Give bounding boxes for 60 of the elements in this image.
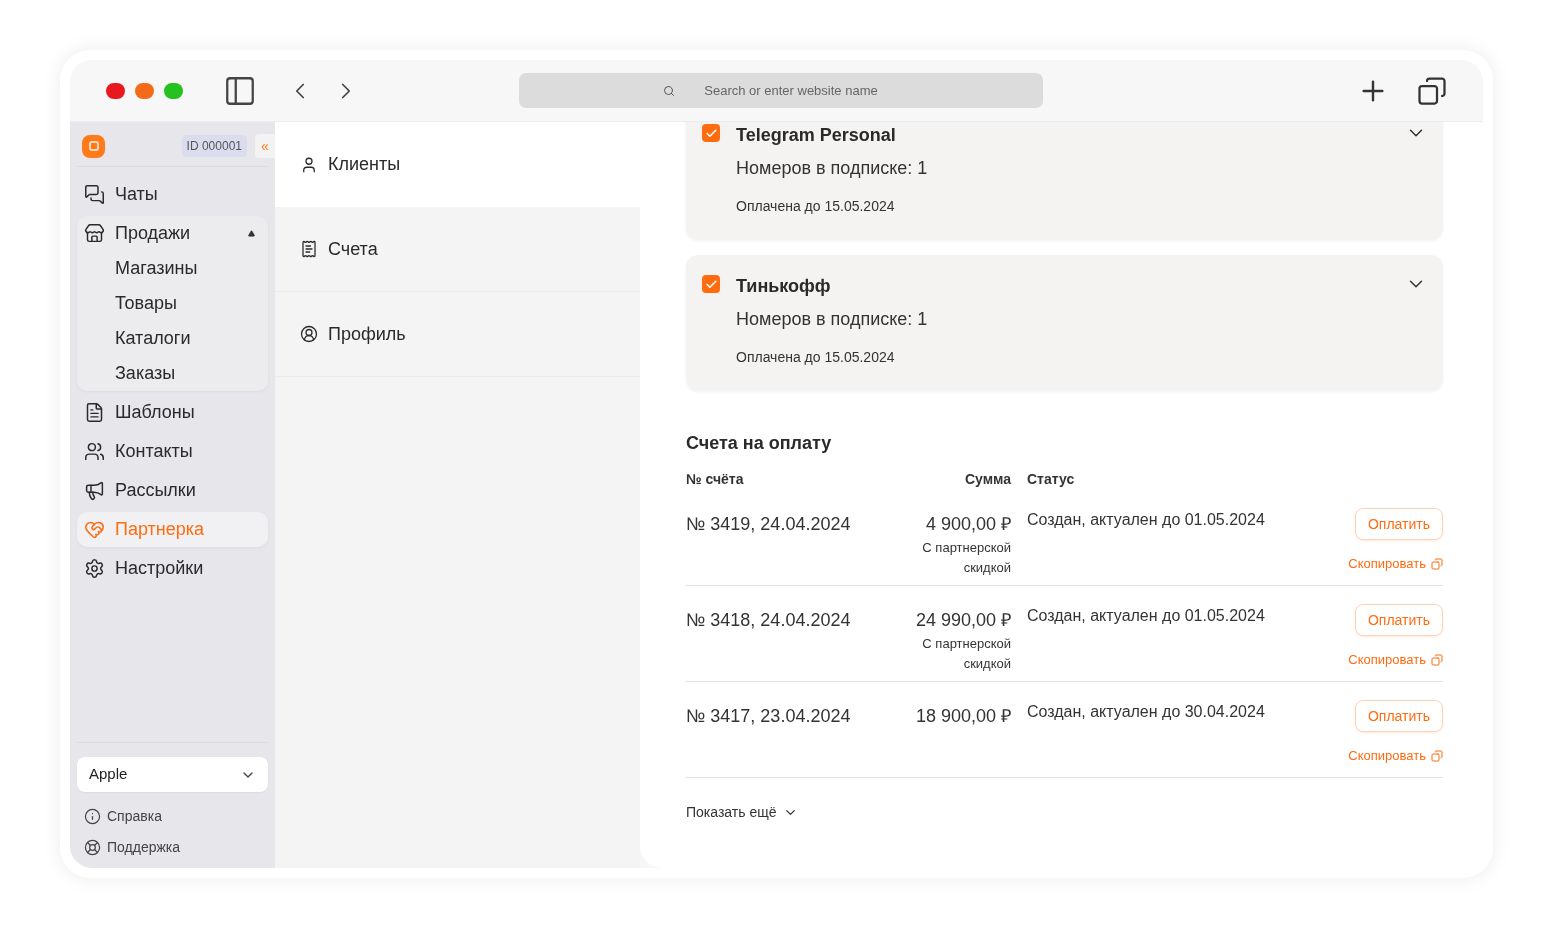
sidebar-subitem[interactable]: Магазины: [77, 251, 268, 286]
subscription-title: Тинькофф: [736, 275, 832, 298]
invoice-amount: 18 900,00 ₽: [915, 705, 1011, 728]
invoice-number: № 3417, 23.04.2024: [686, 705, 852, 728]
address-field[interactable]: Search or enter website name: [519, 73, 1043, 108]
copy-icon: [1431, 749, 1443, 762]
copy-icon: [1431, 653, 1443, 666]
sidebar-item[interactable]: Контакты: [77, 434, 268, 469]
profile-icon: [300, 325, 318, 343]
sidebar-item[interactable]: Продажи: [77, 216, 268, 251]
check-icon: [704, 277, 718, 291]
paid-until: Оплачена до 15.05.2024: [736, 348, 896, 367]
numbers-count: Номеров в подписке: 1: [736, 308, 929, 331]
megaphone-icon: [84, 480, 105, 501]
discount-note: С партнерской скидкой: [921, 635, 1011, 673]
sidebar-subitem[interactable]: Товары: [77, 286, 268, 321]
checkbox[interactable]: [702, 124, 720, 142]
subscription-title: Telegram Personal: [736, 124, 897, 147]
invoice-number: № 3418, 24.04.2024: [686, 609, 852, 632]
people-icon: [84, 441, 105, 462]
sidebar-subitem[interactable]: Заказы: [77, 356, 268, 391]
store-icon: [84, 223, 105, 244]
settings-icon: [84, 558, 105, 579]
search-icon: [663, 85, 675, 97]
lifebuoy-icon: [84, 839, 101, 856]
chat-icon: [84, 184, 105, 205]
sidebar-item[interactable]: Настройки: [77, 551, 268, 586]
sidebar-item[interactable]: Рассылки: [77, 473, 268, 508]
footer-link[interactable]: Поддержка: [107, 837, 181, 858]
check-icon: [704, 126, 718, 140]
section-title: Счета на оплату: [686, 432, 833, 455]
logo-icon: [82, 134, 105, 158]
discount-note: С партнерской скидкой: [921, 539, 1011, 577]
numbers-count: Номеров в подписке: 1: [736, 157, 929, 180]
sidebar-subitem[interactable]: Каталоги: [77, 321, 268, 356]
invoice-status: Создан, актуален до 01.05.2024: [1026, 510, 1266, 530]
column-header: № счёта: [686, 470, 745, 489]
column-header: Сумма: [963, 470, 1011, 489]
receipt-icon: [300, 240, 318, 258]
sidebar-item[interactable]: Чаты: [77, 177, 268, 212]
tabs-icon[interactable]: [1417, 75, 1447, 106]
subnav-tab[interactable]: Клиенты: [275, 122, 640, 207]
account-select[interactable]: Apple: [77, 757, 268, 792]
collapse-caret-icon[interactable]: [248, 230, 255, 237]
id-badge: ID 000001: [181, 135, 247, 157]
document-icon: [84, 402, 105, 423]
invoice-amount: 24 990,00 ₽: [915, 609, 1011, 632]
info-icon: [84, 808, 101, 825]
invoice-status: Создан, актуален до 30.04.2024: [1026, 702, 1266, 722]
sidebar-item[interactable]: Шаблоны: [77, 395, 268, 430]
paid-until: Оплачена до 15.05.2024: [736, 197, 896, 216]
invoice-number: № 3419, 24.04.2024: [686, 513, 852, 536]
copy-icon: [1431, 557, 1443, 570]
invoice-status: Создан, актуален до 01.05.2024: [1026, 606, 1266, 626]
checkbox[interactable]: [702, 275, 720, 293]
footer-link[interactable]: Справка: [107, 806, 162, 827]
column-header: Статус: [1026, 470, 1076, 489]
show-more-button[interactable]: Показать ещё: [686, 802, 798, 823]
invoice-amount: 4 900,00 ₽: [925, 513, 1011, 536]
user-icon: [300, 155, 318, 174]
